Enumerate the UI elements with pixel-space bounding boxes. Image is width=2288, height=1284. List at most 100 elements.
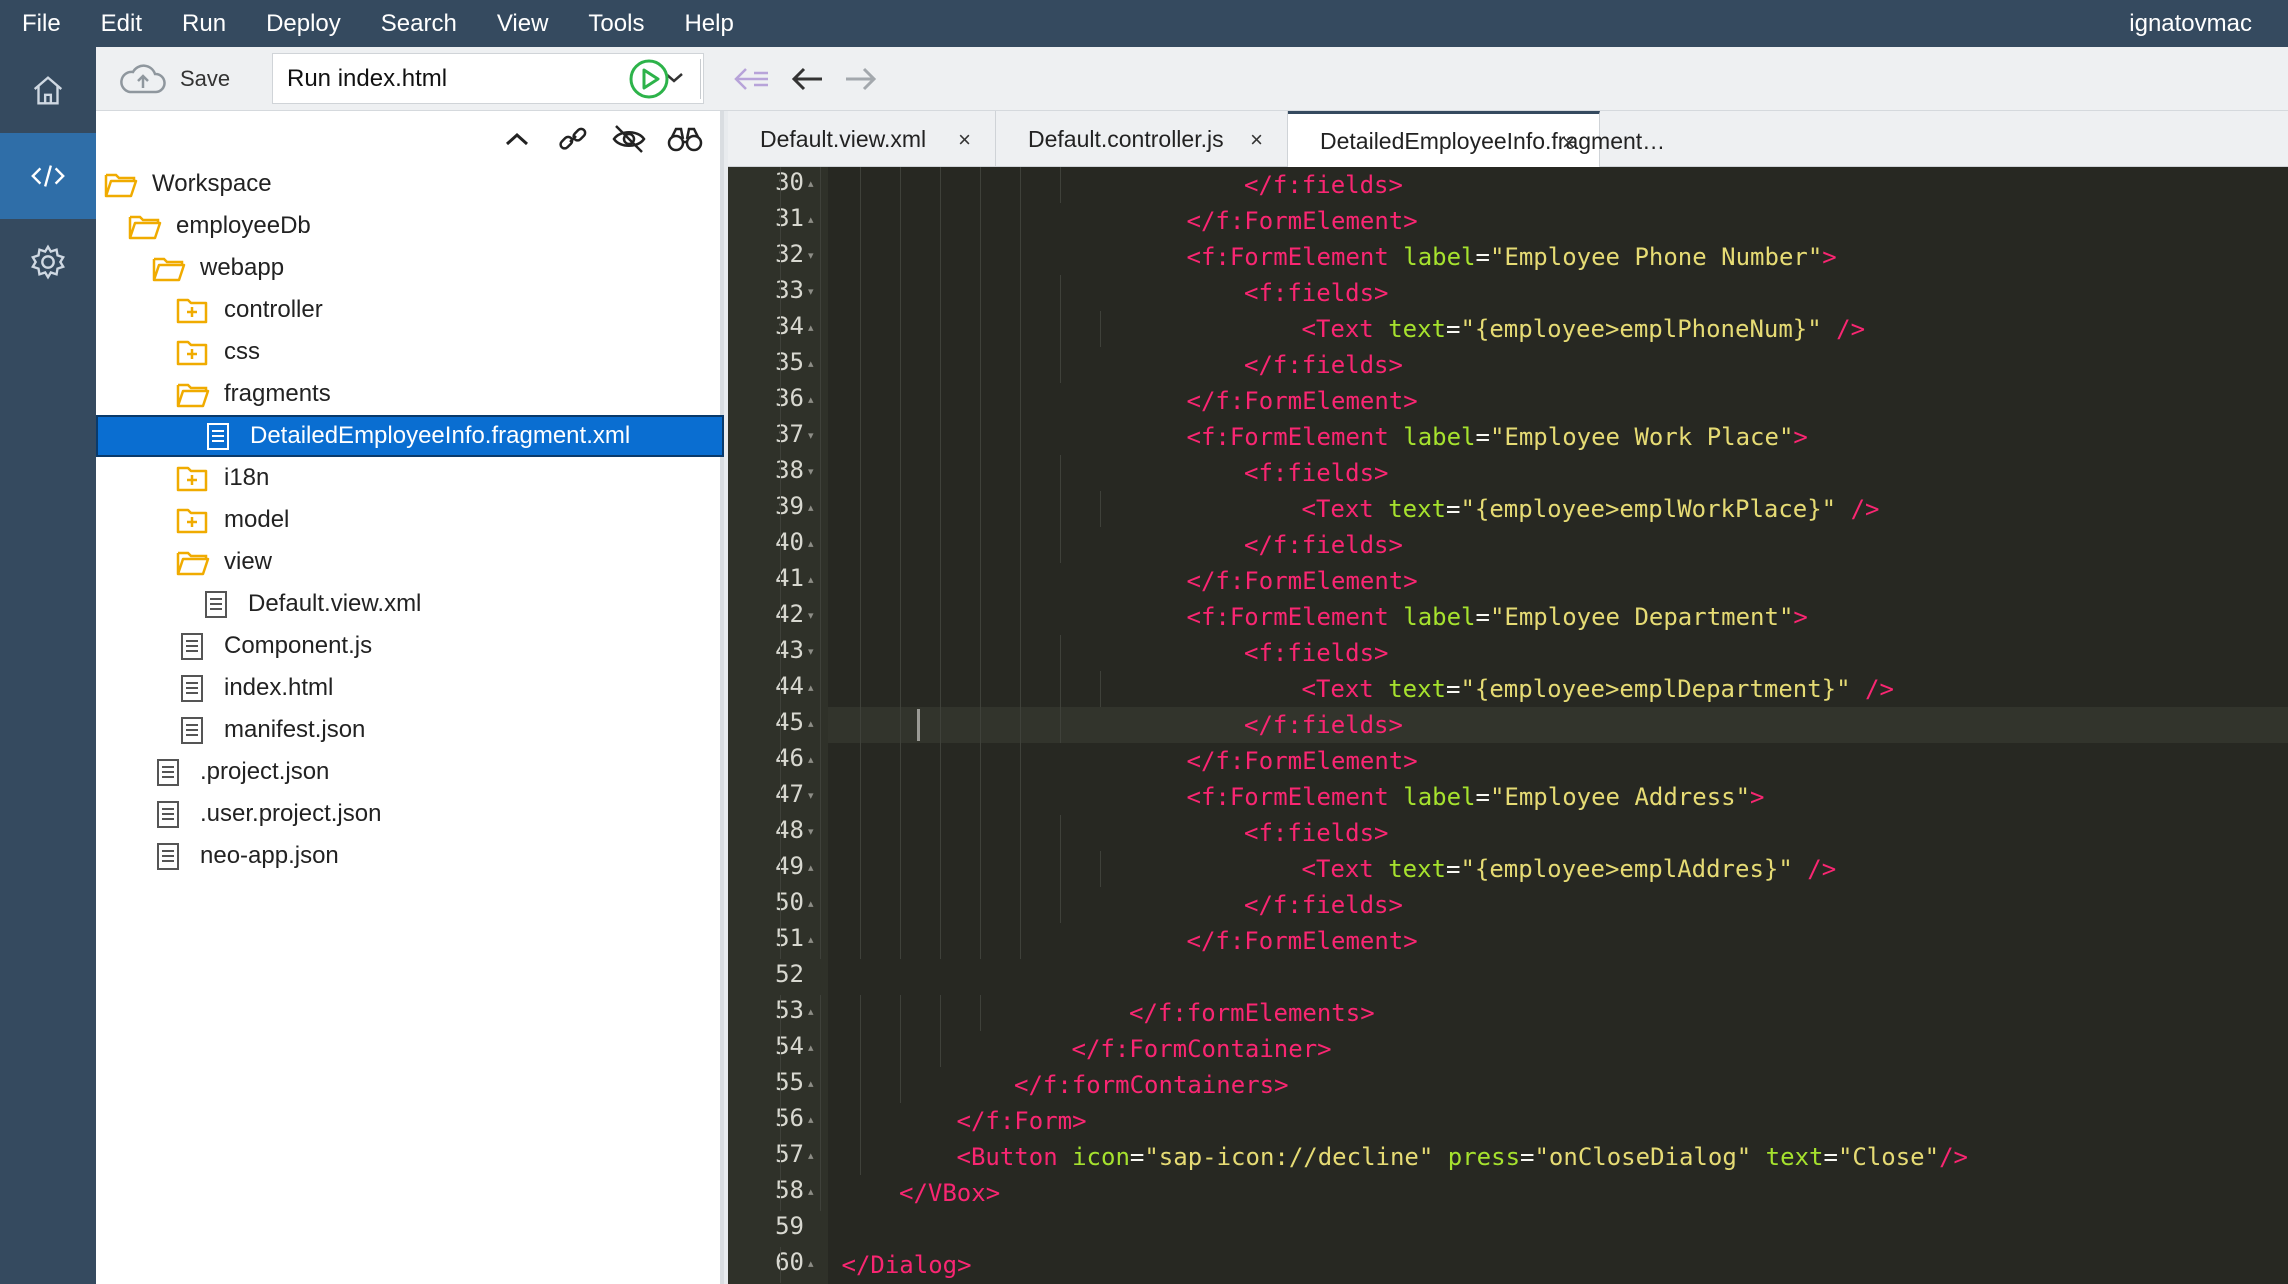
hide-hidden-files-icon[interactable] — [610, 122, 648, 156]
folder-item[interactable]: controller — [96, 289, 724, 331]
code-line: </f:fields> — [780, 167, 2288, 203]
fold-marker-icon[interactable]: ▴ — [808, 537, 814, 550]
fold-marker-icon[interactable]: ▴ — [808, 357, 814, 370]
folder-item[interactable]: webapp — [96, 247, 724, 289]
settings-button[interactable] — [0, 219, 96, 305]
menu-file[interactable]: File — [0, 0, 81, 47]
fold-open-icon[interactable]: ▾ — [808, 249, 814, 262]
file-item[interactable]: DetailedEmployeeInfo.fragment.xml — [96, 415, 724, 457]
fold-open-icon[interactable]: ▾ — [808, 429, 814, 442]
indent-guide — [1060, 707, 1061, 743]
indent-guide — [980, 995, 981, 1031]
editor-tab[interactable]: DetailedEmployeeInfo.fragment… × — [1288, 111, 1665, 168]
icon-rail — [0, 47, 96, 1284]
fold-marker-icon[interactable]: ▴ — [808, 1149, 814, 1162]
code-text: <f:FormElement label="Employee Phone Num… — [1187, 239, 1837, 275]
folder-item[interactable]: employeeDb — [96, 205, 724, 247]
code-text: </f:fields> — [1244, 527, 1403, 563]
indent-guide — [900, 887, 901, 923]
folder-item[interactable]: i18n — [96, 457, 724, 499]
folder-item[interactable]: fragments — [96, 373, 724, 415]
run-icon[interactable] — [628, 58, 670, 100]
fold-marker-icon[interactable]: ▴ — [808, 321, 814, 334]
menu-view[interactable]: View — [477, 0, 569, 47]
code-text: <Text text="{employee>emplDepartment}" /… — [1302, 671, 1894, 707]
code-text: <Text text="{employee>emplAddres}" /> — [1302, 851, 1837, 887]
indent-guide — [1020, 203, 1021, 239]
fold-marker-icon[interactable]: ▴ — [808, 1005, 814, 1018]
indent-guide — [1020, 239, 1021, 275]
fold-marker-icon[interactable]: ▴ — [808, 1185, 814, 1198]
line-number: 41 — [775, 564, 804, 592]
fold-marker-icon[interactable]: ▴ — [808, 1041, 814, 1054]
tree-item-label: manifest.json — [224, 716, 366, 743]
fold-marker-icon[interactable]: ▴ — [808, 1077, 814, 1090]
link-icon[interactable] — [554, 122, 592, 156]
fold-marker-icon[interactable]: ▴ — [808, 717, 814, 730]
folder-item[interactable]: css — [96, 331, 724, 373]
file-item[interactable]: Default.view.xml — [96, 583, 724, 625]
code-editor[interactable]: 30 ▴ 31 ▴ 32 ▾ 33 ▾ 34 ▴ 35 ▴ 36 ▴ 37 ▾ 38 ▾ 39 ▴ 40 ▴ 41 ▴ 42 ▾ 4… — [728, 167, 2288, 1284]
code-text: </f:FormElement> — [1187, 383, 1418, 419]
file-item[interactable]: index.html — [96, 667, 724, 709]
development-button[interactable] — [0, 133, 96, 219]
menu-run[interactable]: Run — [162, 0, 246, 47]
file-item[interactable]: .project.json — [96, 751, 724, 793]
fold-open-icon[interactable]: ▾ — [808, 645, 814, 658]
code-line: <Text text="{employee>emplPhoneNum}" /> — [780, 311, 2288, 347]
close-tab-icon[interactable]: × — [1250, 127, 1263, 153]
fold-marker-icon[interactable]: ▴ — [808, 681, 814, 694]
folder-item[interactable]: Workspace — [96, 163, 724, 205]
tree-item-label: .user.project.json — [200, 800, 382, 827]
back-icon[interactable] — [788, 63, 828, 95]
forward-icon[interactable] — [840, 63, 880, 95]
editor-tab[interactable]: Default.view.xml × — [728, 111, 996, 167]
indent-guide — [980, 635, 981, 671]
collapse-all-icon[interactable] — [498, 122, 536, 156]
search-binoculars-icon[interactable] — [666, 122, 704, 156]
fold-marker-icon[interactable]: ▴ — [808, 1113, 814, 1126]
fold-marker-icon[interactable]: ▴ — [808, 861, 814, 874]
token-tag: <f:FormElement — [1186, 783, 1404, 811]
menu-tools[interactable]: Tools — [568, 0, 664, 47]
indent-guide — [780, 1139, 781, 1175]
last-edit-location-icon[interactable] — [732, 63, 772, 95]
tree-item-label: fragments — [224, 380, 331, 407]
close-tab-icon[interactable]: × — [958, 127, 971, 153]
file-item[interactable]: Component.js — [96, 625, 724, 667]
file-item[interactable]: manifest.json — [96, 709, 724, 751]
indent-guide — [900, 347, 901, 383]
indent-guide — [1020, 167, 1021, 203]
tree-item-label: Default.view.xml — [248, 590, 422, 617]
fold-open-icon[interactable]: ▾ — [808, 825, 814, 838]
menu-help[interactable]: Help — [664, 0, 753, 47]
fold-marker-icon[interactable]: ▴ — [808, 213, 814, 226]
fold-marker-icon[interactable]: ▴ — [808, 753, 814, 766]
token-tag: <Text — [1301, 855, 1389, 883]
save-button[interactable]: Save — [118, 62, 230, 96]
fold-marker-icon[interactable]: ▴ — [808, 897, 814, 910]
indent-guide — [980, 887, 981, 923]
line-number: 36 — [775, 384, 804, 412]
menu-search[interactable]: Search — [361, 0, 477, 47]
fold-marker-icon[interactable]: ▴ — [808, 933, 814, 946]
menu-edit[interactable]: Edit — [81, 0, 162, 47]
close-tab-icon[interactable]: × — [1562, 130, 1575, 156]
file-item[interactable]: neo-app.json — [96, 835, 724, 877]
user-name[interactable]: ignatovmac — [2129, 0, 2252, 47]
menu-deploy[interactable]: Deploy — [246, 0, 361, 47]
fold-open-icon[interactable]: ▾ — [808, 465, 814, 478]
fold-open-icon[interactable]: ▾ — [808, 285, 814, 298]
fold-marker-icon[interactable]: ▴ — [808, 1257, 814, 1270]
folder-item[interactable]: model — [96, 499, 724, 541]
fold-marker-icon[interactable]: ▴ — [808, 573, 814, 586]
fold-marker-icon[interactable]: ▴ — [808, 177, 814, 190]
home-button[interactable] — [0, 47, 96, 133]
folder-item[interactable]: view — [96, 541, 724, 583]
fold-marker-icon[interactable]: ▴ — [808, 393, 814, 406]
fold-open-icon[interactable]: ▾ — [808, 789, 814, 802]
file-item[interactable]: .user.project.json — [96, 793, 724, 835]
fold-open-icon[interactable]: ▾ — [808, 609, 814, 622]
editor-tab[interactable]: Default.controller.js × — [996, 111, 1288, 167]
fold-marker-icon[interactable]: ▴ — [808, 501, 814, 514]
